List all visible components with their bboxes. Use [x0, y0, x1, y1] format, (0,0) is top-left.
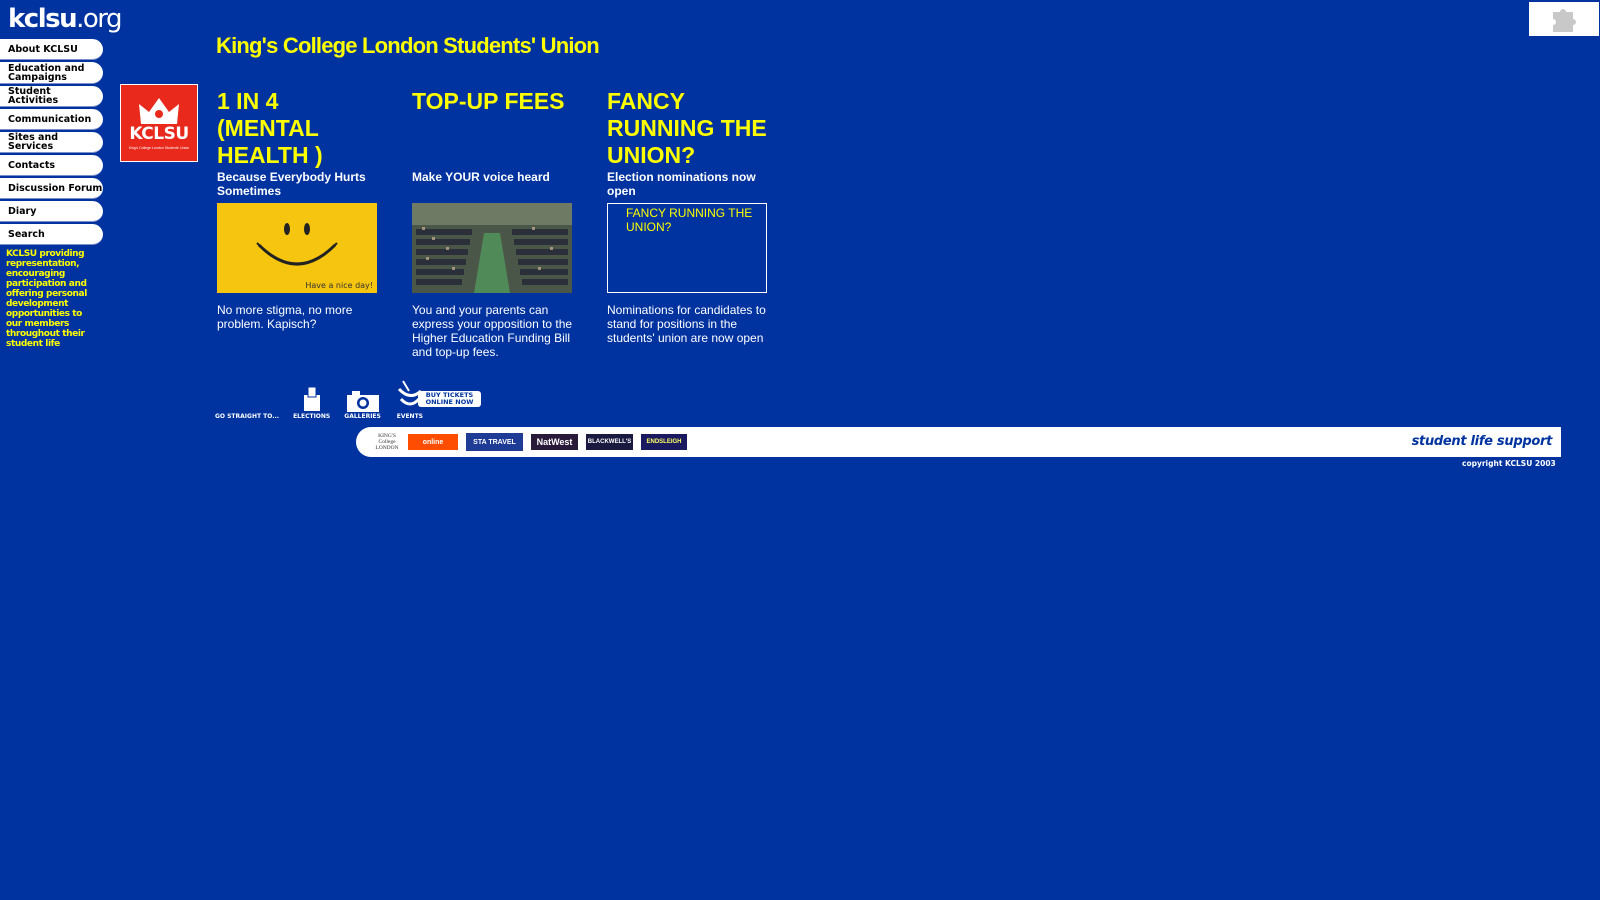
nav-search[interactable]: Search: [0, 224, 103, 245]
broken-image-link[interactable]: FANCY RUNNING THE UNION?: [607, 203, 767, 293]
story-elections: FANCY RUNNING THE UNION? Election nomina…: [607, 88, 773, 345]
smiley-caption: Have a nice day!: [305, 281, 373, 290]
sponsor-bar: KING'S College LONDON online STA TRAVEL …: [356, 427, 1561, 457]
camera-icon: [346, 391, 379, 412]
kclsu-crown-badge[interactable]: KCLSU King's College London Students' Un…: [120, 84, 198, 162]
nav-about-kclsu[interactable]: About KCLSU: [0, 39, 103, 60]
parliament-image[interactable]: [412, 203, 572, 293]
smiley-face-icon: [256, 223, 338, 266]
left-navigation: About KCLSU Education and Campaigns Stud…: [0, 39, 103, 247]
story-subhead: Election nominations now open: [607, 170, 756, 198]
story-headline[interactable]: TOP-UP FEES: [412, 88, 578, 166]
sponsor-online[interactable]: online: [408, 434, 458, 450]
copyright-notice: copyright KCLSU 2003: [1462, 459, 1556, 468]
nav-diary[interactable]: Diary: [0, 201, 103, 222]
nav-contacts[interactable]: Contacts: [0, 155, 103, 176]
nav-education-campaigns[interactable]: Education and Campaigns: [0, 62, 103, 84]
ballot-box-icon: [303, 386, 320, 411]
puzzle-piece-icon: [1553, 9, 1576, 32]
crown-icon: [139, 98, 179, 124]
nav-discussion-forum[interactable]: Discussion Forum: [0, 178, 103, 199]
go-straight-label: GO STRAIGHT TO...: [215, 413, 280, 420]
sponsor-endsleigh[interactable]: ENDSLEIGH: [641, 434, 687, 450]
sponsor-sta-travel[interactable]: STA TRAVEL: [466, 433, 523, 451]
story-mental-health: 1 IN 4 (MENTAL HEALTH ) Because Everybod…: [217, 88, 383, 331]
elections-link[interactable]: ELECTIONS: [293, 385, 330, 420]
smiley-image[interactable]: Have a nice day!: [217, 203, 377, 293]
sponsor-natwest[interactable]: NatWest: [531, 434, 578, 450]
galleries-link[interactable]: GALLERIES: [344, 389, 381, 420]
parliament-chamber-picture: [412, 203, 572, 293]
nav-communication[interactable]: Communication: [0, 109, 103, 130]
story-headline[interactable]: 1 IN 4 (MENTAL HEALTH ): [217, 88, 383, 168]
broken-image-alt-text: FANCY RUNNING THE UNION?: [626, 206, 753, 234]
sponsor-blackwells[interactable]: BLACKWELL'S: [586, 434, 633, 450]
buy-tickets-button[interactable]: BUY TICKETS ONLINE NOW: [418, 391, 481, 407]
sponsor-kings-college[interactable]: KING'S College LONDON: [374, 433, 400, 451]
nav-sites-services[interactable]: Sites and Services: [0, 132, 103, 153]
story-body: No more stigma, no more problem. Kapisch…: [217, 303, 353, 331]
page-title: King's College London Students' Union: [216, 33, 600, 58]
story-body: You and your parents can express your op…: [412, 303, 573, 359]
story-top-up-fees: TOP-UP FEES Make YOUR voice heard You an…: [412, 88, 578, 359]
badge-subtext: King's College London Students' Union: [128, 146, 190, 150]
student-life-support-tagline: student life support: [1411, 434, 1553, 449]
story-subhead: Because Everybody Hurts Sometimes: [217, 170, 366, 198]
badge-text: KCLSU: [129, 124, 189, 144]
site-logo[interactable]: kclsu.org: [8, 4, 123, 34]
nav-student-activities[interactable]: Student Activities: [0, 86, 103, 107]
story-headline[interactable]: FANCY RUNNING THE UNION?: [607, 88, 773, 168]
mission-statement: KCLSU providing representation, encourag…: [6, 249, 87, 349]
story-subhead: Make YOUR voice heard: [412, 170, 550, 184]
story-body: Nominations for candidates to stand for …: [607, 303, 766, 345]
missing-plugin-placeholder[interactable]: [1529, 2, 1599, 36]
logo-tld: .org: [76, 4, 122, 34]
quick-links: GO STRAIGHT TO... ELECTIONS GALLERIES EV…: [215, 378, 439, 420]
logo-main: kclsu: [8, 4, 78, 34]
